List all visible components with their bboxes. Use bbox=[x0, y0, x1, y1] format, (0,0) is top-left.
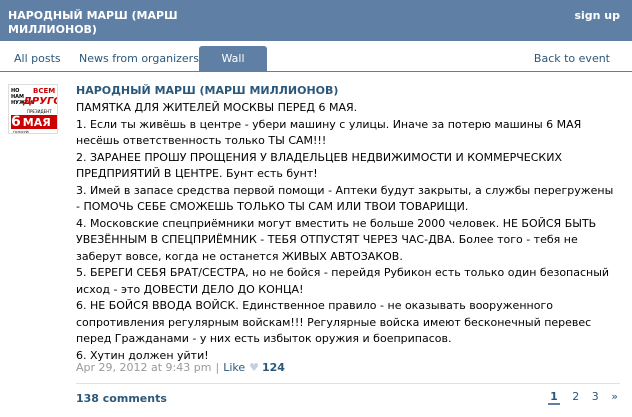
post-body: НАРОДНЫЙ МАРШ (МАРШ МИЛЛИОНОВ) ПАМЯТКА Д… bbox=[76, 84, 616, 364]
heart-icon[interactable]: ♥ bbox=[249, 361, 259, 374]
avatar-footer: ГОЛОСУЙ! bbox=[13, 130, 30, 134]
event-title: НАРОДНЫЙ МАРШ (МАРШ МИЛЛИОНОВ) bbox=[8, 9, 178, 36]
avatar-text-3: ДРУГОЙ bbox=[23, 96, 57, 107]
comments-link[interactable]: 138 comments bbox=[76, 392, 167, 405]
tab-all-posts[interactable]: All posts bbox=[6, 46, 69, 71]
avatar-month: МАЯ bbox=[22, 116, 51, 129]
avatar-text-2: ВСЕМ bbox=[33, 87, 56, 95]
divider bbox=[76, 383, 620, 384]
post-author[interactable]: НАРОДНЫЙ МАРШ (МАРШ МИЛЛИОНОВ) bbox=[76, 84, 616, 98]
tab-news-from-organizers[interactable]: News from organizers bbox=[71, 46, 207, 71]
avatar-day: 6 bbox=[11, 114, 21, 130]
post-meta: Apr 29, 2012 at 9:43 pm | Like ♥ 124 bbox=[76, 361, 285, 374]
tab-bar: All posts News from organizers Wall post… bbox=[0, 46, 632, 90]
back-to-event-link[interactable]: Back to event bbox=[526, 46, 618, 71]
tab-wall-posts[interactable]: Wall posts bbox=[199, 46, 267, 90]
sign-up-link[interactable]: sign up bbox=[574, 9, 620, 22]
avatar-date-band: 6 МАЯ bbox=[11, 115, 57, 129]
author-avatar[interactable]: НО НАМ НУЖЕН ВСЕМ ДРУГОЙ ПРЕЗИДЕНТ 6МАЯ … bbox=[8, 84, 58, 134]
meta-separator: | bbox=[215, 361, 220, 374]
event-header: НАРОДНЫЙ МАРШ (МАРШ МИЛЛИОНОВ) sign up bbox=[0, 0, 632, 41]
post-timestamp[interactable]: Apr 29, 2012 at 9:43 pm bbox=[76, 361, 211, 374]
post-text: ПАМЯТКА ДЛЯ ЖИТЕЛЕЙ МОСКВЫ ПЕРЕД 6 МАЯ. … bbox=[76, 101, 614, 362]
page-link-1[interactable]: 1 bbox=[548, 390, 560, 405]
page-link-2[interactable]: 2 bbox=[572, 390, 579, 403]
like-button[interactable]: Like bbox=[223, 361, 245, 374]
page-link-3[interactable]: 3 bbox=[592, 390, 599, 403]
like-count[interactable]: 124 bbox=[262, 361, 285, 374]
avatar-text-4: ПРЕЗИДЕНТ bbox=[27, 109, 52, 114]
next-page-link[interactable]: » bbox=[611, 390, 618, 403]
pagination: 1 2 3 » bbox=[539, 390, 618, 405]
